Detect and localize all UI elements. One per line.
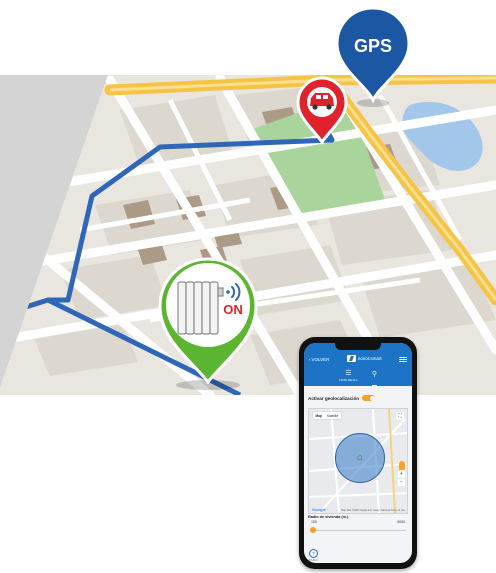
brand-logo-icon xyxy=(346,355,356,362)
fullscreen-icon[interactable]: ⛶ xyxy=(396,412,404,420)
radius-min: 150 xyxy=(311,520,317,524)
help-icon[interactable]: ? xyxy=(309,549,318,558)
help-label: AYUDA xyxy=(308,558,318,562)
geofence-map[interactable]: Map Satellite ⛶ ⌂ + − Google Map data ©2… xyxy=(308,408,408,514)
list-icon: ☰ xyxy=(345,369,352,377)
heater-status-label: ON xyxy=(223,302,243,317)
back-label: VOLVER xyxy=(311,357,330,362)
radius-label: Radio de vivienda (m.) xyxy=(308,515,349,519)
zoom-out-button[interactable]: − xyxy=(398,479,405,486)
map-type-map[interactable]: Map xyxy=(313,412,324,419)
tab-location[interactable]: ⚲ xyxy=(371,365,378,386)
menu-icon[interactable] xyxy=(398,357,407,362)
brand-logo: noirot.smart xyxy=(346,355,382,362)
phone-notch xyxy=(335,343,381,350)
brand-name: noirot.smart xyxy=(357,356,382,361)
radius-slider[interactable] xyxy=(310,527,406,533)
home-icon: ⌂ xyxy=(356,452,364,463)
app-tabs: ☰ LISTA DE ALL ⚲ xyxy=(304,365,412,386)
geolocation-row: Activar geolocalización xyxy=(308,393,408,403)
location-icon: ⚲ xyxy=(371,371,378,378)
google-logo: Google xyxy=(312,507,326,512)
map-type-satellite[interactable]: Satellite xyxy=(324,412,340,419)
home-radius-circle: ⌂ xyxy=(335,433,385,483)
map-controls: + − xyxy=(398,461,405,486)
gps-label: GPS xyxy=(354,36,392,56)
slider-handle[interactable] xyxy=(310,527,316,533)
map-type-selector: Map Satellite xyxy=(313,412,341,419)
chevron-left-icon: ‹ xyxy=(309,357,311,362)
radiator-icon xyxy=(177,281,224,335)
map-illustration: GPS ON xyxy=(0,6,496,395)
tab-list-label: LISTA DE ALL xyxy=(338,377,358,382)
geolocation-label: Activar geolocalización xyxy=(308,395,360,401)
radius-max: 5000 xyxy=(397,520,405,524)
zoom-in-button[interactable]: + xyxy=(398,471,405,478)
street-view-icon[interactable] xyxy=(398,461,405,470)
app-screen: ‹ VOLVER noirot.smart ☰ LISTA DE ALL ⚲ A… xyxy=(304,343,412,563)
back-button[interactable]: ‹ VOLVER xyxy=(309,357,329,362)
geolocation-toggle[interactable] xyxy=(362,395,376,401)
smartphone: ‹ VOLVER noirot.smart ☰ LISTA DE ALL ⚲ A… xyxy=(299,337,417,569)
slider-track xyxy=(310,529,406,531)
tab-list[interactable]: ☰ LISTA DE ALL xyxy=(339,365,358,386)
map-attribution: Map data ©2020 Google Inst. Geogr. Nacio… xyxy=(341,509,405,512)
